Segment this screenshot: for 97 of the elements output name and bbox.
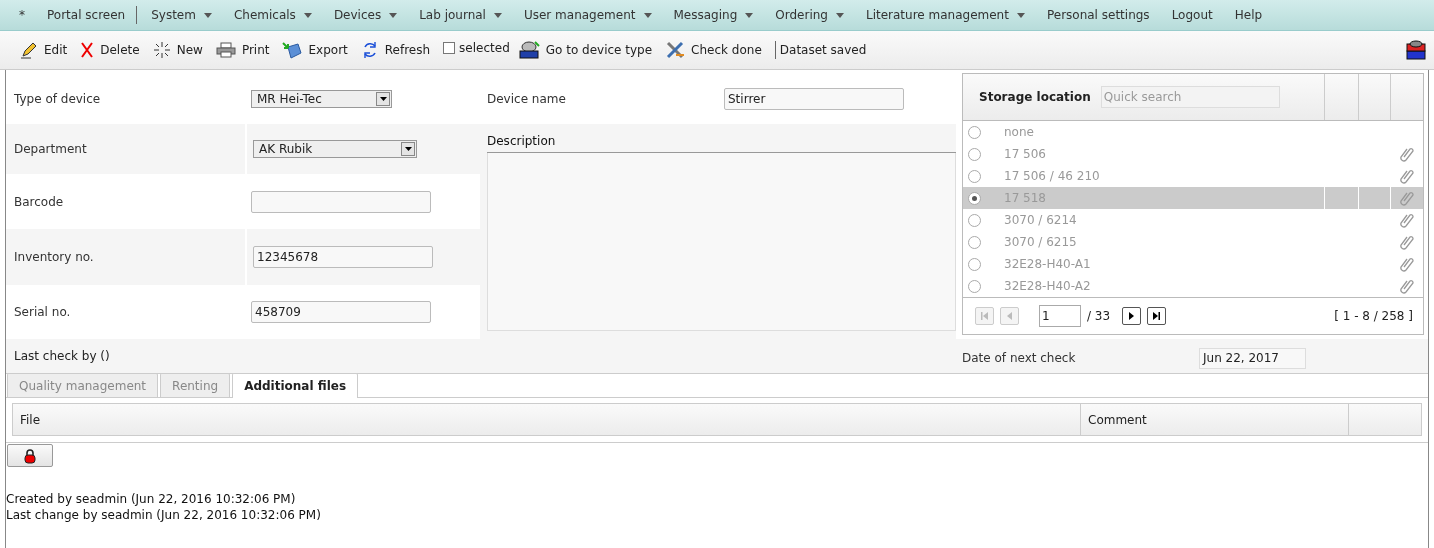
list-text: 3070 / 6214 [1004, 212, 1078, 230]
padlock-icon [24, 447, 36, 464]
caret-icon [203, 12, 212, 18]
menu-item[interactable]: Lab journal [408, 6, 513, 24]
caret-icon [745, 12, 754, 18]
menu-item[interactable]: Literature management [854, 6, 1036, 24]
tab[interactable]: Additional files [232, 373, 359, 398]
list-text: 3070 / 6215 [1004, 234, 1078, 252]
field-label: Serial no. [14, 304, 71, 321]
skip-start-icon [981, 312, 988, 321]
caret-icon [379, 96, 387, 101]
page-field[interactable]: 1 [1039, 305, 1081, 328]
panel-title: Storage location [979, 89, 1091, 107]
list-text: 32E28-H40-A1 [1004, 256, 1092, 274]
toolbar-button[interactable]: Refresh [360, 41, 431, 59]
description-field[interactable] [487, 153, 956, 331]
field-label: Date of next check [962, 351, 1076, 365]
input-field[interactable] [251, 190, 431, 213]
menu-item[interactable]: Chemicals [222, 6, 323, 24]
caret-icon [643, 12, 652, 18]
select-field[interactable]: MR Hei-Tec [251, 89, 392, 108]
radio-button[interactable] [968, 169, 981, 183]
toolbar-button[interactable]: Check done [665, 40, 762, 60]
paperclip-icon [1399, 255, 1414, 274]
caret-icon [1016, 12, 1025, 18]
menu-item[interactable]: Portal screen [36, 6, 138, 24]
radio-button[interactable] [968, 213, 981, 227]
caret-icon [835, 12, 844, 18]
caret-icon [389, 12, 398, 18]
next-page-button[interactable] [1122, 307, 1142, 326]
checkbox[interactable] [443, 42, 456, 54]
date-field[interactable]: Jun 22, 2017 [1199, 347, 1306, 369]
tools-icon [665, 40, 686, 60]
radio-button[interactable] [968, 279, 981, 293]
column-header: File [20, 411, 41, 429]
list-text: none [1004, 124, 1035, 142]
menu-item[interactable]: Logout [1160, 6, 1224, 24]
column-header: Comment [1088, 411, 1147, 429]
lock-button[interactable] [7, 444, 53, 467]
input-field[interactable]: 12345678 [253, 246, 433, 268]
checkbox-label: selected [459, 40, 510, 57]
toolbar-button[interactable]: Print [215, 41, 270, 59]
field-label: Device name [487, 91, 566, 106]
radio-button[interactable] [968, 147, 981, 161]
menu-item[interactable]: Devices [322, 6, 409, 24]
menu-item[interactable]: Ordering [764, 6, 855, 24]
range-text: [ 1 - 8 / 258 ] [1334, 308, 1413, 326]
list-text: 17 506 / 46 210 [1004, 168, 1101, 186]
menu-item[interactable]: System [140, 6, 223, 24]
radio-button[interactable] [968, 257, 981, 271]
toolbar-button[interactable]: Delete [80, 41, 140, 59]
audit-text: Last change by seadmin (Jun 22, 2016 10:32:06 PM) [6, 507, 322, 523]
status-text: Dataset saved [779, 42, 867, 59]
toolbar-button[interactable]: Export [282, 41, 348, 59]
caret-icon [303, 12, 312, 18]
menu-item[interactable]: * [8, 6, 36, 24]
toolbar-button[interactable]: New [152, 41, 203, 59]
device-icon [517, 40, 540, 60]
paperclip-icon [1399, 233, 1414, 252]
paperclip-icon [1399, 167, 1414, 186]
list-text: 17 506 [1004, 146, 1047, 164]
last-page-button[interactable] [1147, 307, 1167, 326]
select-field[interactable]: AK Rubik [253, 140, 417, 158]
pencil-icon [20, 41, 38, 59]
database-icon [1406, 39, 1426, 61]
skip-end-icon [1153, 312, 1161, 321]
menu-item[interactable]: Personal settings [1035, 6, 1161, 24]
radio-button[interactable] [968, 191, 981, 205]
paperclip-icon [1399, 277, 1414, 296]
menu-item[interactable]: Help [1223, 6, 1274, 24]
input-field[interactable]: 458709 [251, 301, 431, 323]
triangle-right-icon [1128, 312, 1135, 321]
input-field[interactable]: Stirrer [724, 87, 904, 110]
caret-icon [493, 12, 502, 18]
menu-item[interactable]: Messaging [662, 6, 765, 24]
menu-item[interactable]: User management [512, 6, 663, 24]
toolbar-button[interactable]: Edit [20, 41, 68, 59]
paperclip-icon [1399, 211, 1414, 230]
radio-button[interactable] [968, 125, 981, 139]
paperclip-icon [1400, 189, 1414, 208]
field-label: Inventory no. [14, 249, 94, 266]
field-label: Type of device [14, 90, 101, 108]
export-icon [282, 41, 303, 59]
last-check-text: Last check by () [14, 349, 110, 363]
radio-button[interactable] [968, 235, 981, 249]
printer-icon [215, 42, 236, 58]
field-label: Department [14, 141, 87, 158]
triangle-left-icon [1006, 312, 1013, 321]
audit-text: Created by seadmin (Jun 22, 2016 10:32:06 PM) [6, 491, 297, 507]
page-total: / 33 [1087, 308, 1111, 326]
list-text: 32E28-H40-A2 [1004, 278, 1092, 296]
paperclip-icon [1399, 145, 1414, 164]
x-icon [80, 42, 95, 58]
toolbar-button[interactable]: Go to device type [517, 40, 653, 60]
caret-icon [404, 147, 412, 151]
sparkle-icon [152, 41, 171, 59]
field-label: Barcode [14, 193, 64, 211]
